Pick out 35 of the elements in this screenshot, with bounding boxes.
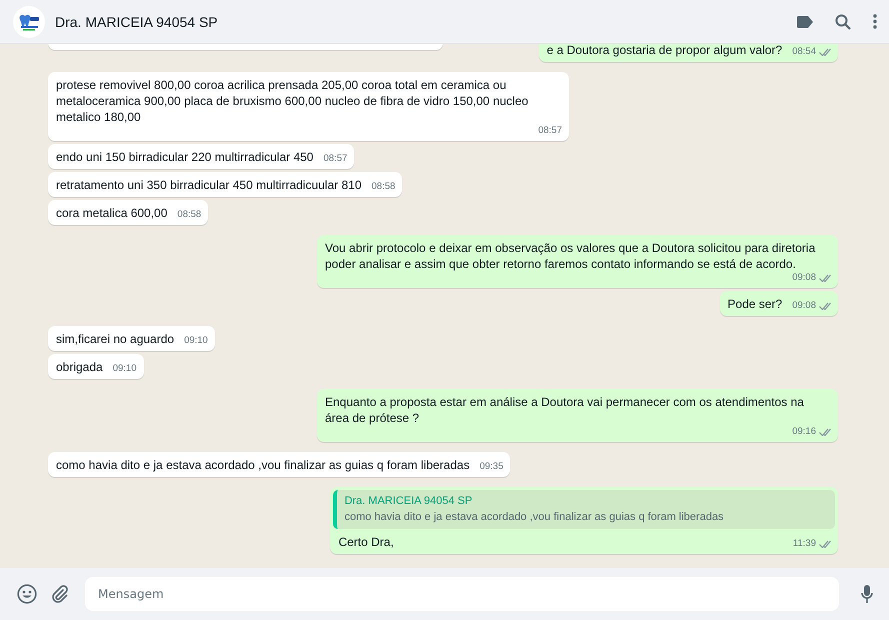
quoted-author: Dra. MARICEIA 94054 SP: [344, 494, 474, 509]
message-time: 09:08: [792, 300, 816, 312]
message-text: Enquanto a proposta estar em análise a Doutora vai permanecer com os atendimentos na área de prótese ?: [325, 394, 805, 426]
microphone-icon[interactable]: [861, 585, 873, 603]
message-time: 09:35: [480, 461, 504, 473]
message-text: sim,ficarei no aguardo: [56, 331, 174, 347]
message-text: Vou abrir protocolo e deixar em observação os valores que a Doutora solicitou para diretoria poder analisar e assim que obter retorno faremos contato informando se está de acordo.: [325, 240, 816, 272]
quoted-text: como havia dito e ja estava acordado ,vou finalizar as guias q foram liberadas: [344, 510, 725, 525]
quoted-message[interactable]: Dra. MARICEIA 94054 SP como havia dito e ja estava acordado ,vou finalizar as guias q foram liberadas: [333, 490, 835, 529]
message-time: 08:54: [792, 46, 816, 58]
message-time: 09:08: [792, 272, 816, 284]
message-text: Certo Dra,: [338, 534, 395, 550]
message-time: 08:57: [538, 125, 562, 137]
menu-icon[interactable]: [873, 14, 877, 29]
message-text: obrigada: [56, 359, 103, 375]
message-time: 09:10: [184, 335, 208, 347]
message-text: cora metalica 600,00: [56, 205, 168, 221]
message-input[interactable]: Mensagem: [85, 577, 839, 611]
paperclip-icon[interactable]: [51, 585, 69, 603]
message-time: 08:58: [177, 209, 202, 221]
message-text: Pode ser?: [728, 296, 782, 312]
message-text: e a Doutora gostaria de propor algum valor?: [546, 44, 782, 58]
label-icon[interactable]: [797, 16, 813, 28]
message-text: retratamento uni 350 birradicular 450 multirradicuular 810: [56, 177, 362, 193]
emoji-icon[interactable]: [17, 584, 37, 604]
message-time: 08:57: [323, 153, 348, 165]
message-time: 09:10: [112, 363, 136, 375]
avatar-icon[interactable]: [13, 6, 45, 38]
message-text: endo uni 150 birradicular 220 multirradicular 450: [56, 149, 314, 165]
search-icon[interactable]: [835, 14, 851, 30]
message-text: protese removivel 800,00 coroa acrilica prensada 205,00 coroa total em ceramica ou metaloceramica 900,00 placa de bruxismo 600,00 nucleo de fibra de vidro 150,00 nucleo metalico 180,00: [56, 77, 530, 125]
message-time: 09:16: [792, 426, 816, 438]
message-text: como havia dito e ja estava acordado ,vou finalizar as guias q foram liberadas: [56, 457, 470, 473]
message-time: 08:58: [372, 181, 396, 193]
message-time: 11:39: [792, 538, 816, 550]
